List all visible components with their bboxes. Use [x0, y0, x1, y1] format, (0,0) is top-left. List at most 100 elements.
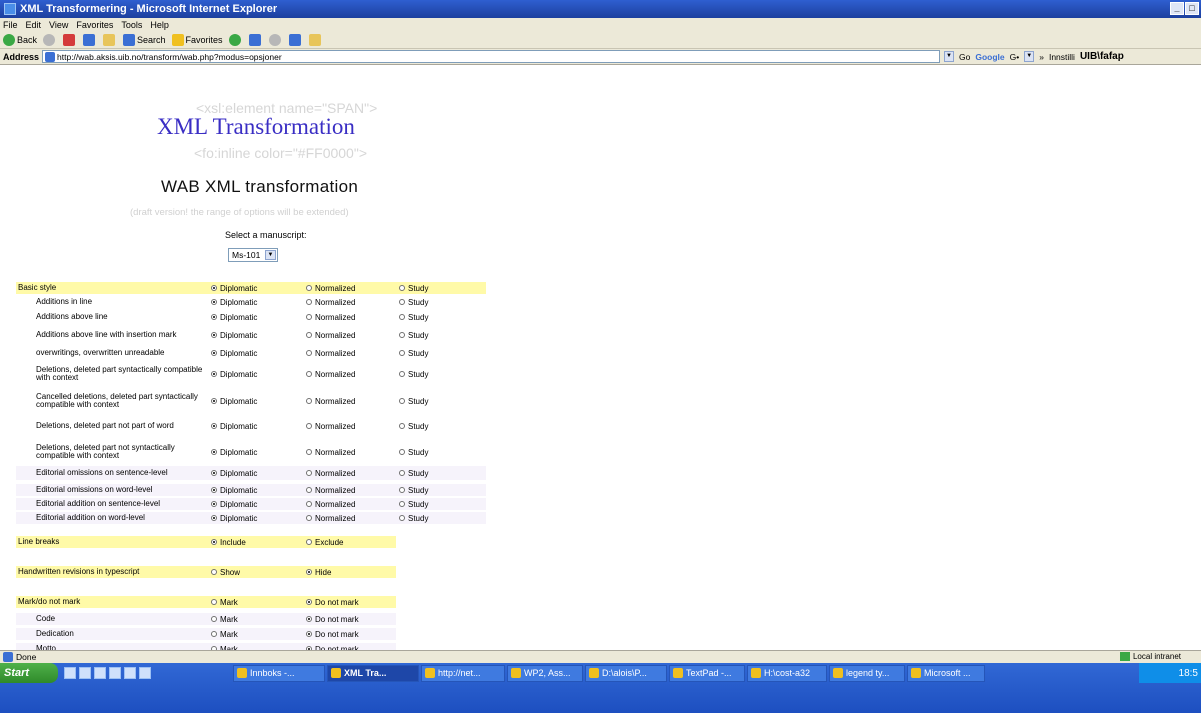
quick-launch-item-icon[interactable] — [109, 667, 121, 679]
option-radio[interactable]: Include — [211, 538, 246, 547]
favorites-button[interactable]: Favorites — [171, 34, 223, 46]
option-radio[interactable]: Study — [399, 422, 428, 431]
radio-button[interactable] — [306, 285, 312, 291]
print-button[interactable] — [268, 34, 283, 46]
menu-help[interactable]: Help — [150, 20, 169, 30]
radio-button[interactable] — [399, 487, 405, 493]
radio-button[interactable] — [211, 470, 217, 476]
option-radio[interactable]: Normalized — [306, 448, 355, 457]
quick-launch-item-icon[interactable] — [139, 667, 151, 679]
radio-button[interactable] — [399, 332, 405, 338]
radio-button[interactable] — [306, 332, 312, 338]
option-radio[interactable]: Do not mark — [306, 598, 359, 607]
option-radio[interactable]: Exclude — [306, 538, 343, 547]
radio-button[interactable] — [306, 350, 312, 356]
option-radio[interactable]: Study — [399, 331, 428, 340]
option-radio[interactable]: Normalized — [306, 298, 355, 307]
radio-button[interactable] — [306, 515, 312, 521]
option-radio[interactable]: Study — [399, 486, 428, 495]
radio-button[interactable] — [306, 539, 312, 545]
option-radio[interactable]: Study — [399, 397, 428, 406]
taskbar-button[interactable]: D:\alois\P... — [585, 664, 667, 682]
option-radio[interactable]: Diplomatic — [211, 298, 257, 307]
option-radio[interactable]: Diplomatic — [211, 469, 257, 478]
settings-link[interactable]: Innstilli — [1049, 52, 1075, 62]
radio-button[interactable] — [211, 501, 217, 507]
radio-button[interactable] — [211, 616, 217, 622]
option-radio[interactable]: Do not mark — [306, 630, 359, 639]
radio-button[interactable] — [399, 314, 405, 320]
option-radio[interactable]: Study — [399, 298, 428, 307]
quick-launch-item-icon[interactable] — [79, 667, 91, 679]
radio-button[interactable] — [211, 423, 217, 429]
chevron-down-icon[interactable]: ▼ — [265, 250, 276, 260]
menu-edit[interactable]: Edit — [26, 20, 42, 30]
manuscript-select[interactable]: Ms-101 ▼ — [228, 248, 278, 262]
minimize-button[interactable]: _ — [1170, 2, 1184, 15]
option-radio[interactable]: Study — [399, 500, 428, 509]
radio-button[interactable] — [211, 332, 217, 338]
option-radio[interactable]: Normalized — [306, 422, 355, 431]
radio-button[interactable] — [306, 299, 312, 305]
option-radio[interactable]: Normalized — [306, 349, 355, 358]
radio-button[interactable] — [211, 487, 217, 493]
radio-button[interactable] — [211, 371, 217, 377]
menu-file[interactable]: File — [3, 20, 18, 30]
radio-button[interactable] — [211, 569, 217, 575]
radio-button[interactable] — [306, 501, 312, 507]
option-radio[interactable]: Diplomatic — [211, 349, 257, 358]
option-radio[interactable]: Normalized — [306, 313, 355, 322]
radio-button[interactable] — [211, 285, 217, 291]
option-radio[interactable]: Normalized — [306, 284, 355, 293]
chevron-icon[interactable]: » — [1039, 52, 1044, 62]
radio-button[interactable] — [211, 314, 217, 320]
menu-view[interactable]: View — [49, 20, 68, 30]
radio-button[interactable] — [399, 299, 405, 305]
quick-launch-item-icon[interactable] — [64, 667, 76, 679]
radio-button[interactable] — [211, 398, 217, 404]
maximize-button[interactable]: □ — [1185, 2, 1199, 15]
taskbar-button[interactable]: H:\cost-a32 — [747, 664, 827, 682]
option-radio[interactable]: Diplomatic — [211, 422, 257, 431]
radio-button[interactable] — [399, 285, 405, 291]
menu-favorites[interactable]: Favorites — [76, 20, 113, 30]
option-radio[interactable]: Hide — [306, 568, 331, 577]
option-radio[interactable]: Diplomatic — [211, 313, 257, 322]
option-radio[interactable]: Study — [399, 370, 428, 379]
menu-tools[interactable]: Tools — [121, 20, 142, 30]
radio-button[interactable] — [399, 350, 405, 356]
radio-button[interactable] — [306, 314, 312, 320]
taskbar-button[interactable]: XML Tra... — [327, 664, 419, 682]
quick-launch-item-icon[interactable] — [94, 667, 106, 679]
radio-button[interactable] — [211, 631, 217, 637]
search-button[interactable]: Search — [123, 34, 166, 46]
radio-button[interactable] — [306, 569, 312, 575]
quick-launch-item-icon[interactable] — [124, 667, 136, 679]
radio-button[interactable] — [399, 470, 405, 476]
google-toolbar-logo[interactable]: Google — [975, 52, 1004, 62]
radio-button[interactable] — [306, 487, 312, 493]
option-radio[interactable]: Do not mark — [306, 615, 359, 624]
edit-button[interactable] — [288, 34, 303, 46]
radio-button[interactable] — [399, 423, 405, 429]
option-radio[interactable]: Diplomatic — [211, 448, 257, 457]
taskbar-button[interactable]: WP2, Ass... — [507, 664, 583, 682]
radio-button[interactable] — [306, 631, 312, 637]
forward-button[interactable] — [43, 34, 57, 46]
radio-button[interactable] — [306, 398, 312, 404]
taskbar-button[interactable]: Innboks -... — [233, 664, 325, 682]
refresh-button[interactable] — [83, 34, 97, 46]
option-radio[interactable]: Diplomatic — [211, 514, 257, 523]
option-radio[interactable]: Diplomatic — [211, 331, 257, 340]
option-radio[interactable]: Diplomatic — [211, 500, 257, 509]
start-button[interactable]: Start — [0, 663, 58, 683]
option-radio[interactable]: Normalized — [306, 486, 355, 495]
radio-button[interactable] — [211, 515, 217, 521]
radio-button[interactable] — [399, 371, 405, 377]
radio-button[interactable] — [211, 350, 217, 356]
option-radio[interactable]: Normalized — [306, 500, 355, 509]
window-title-bar[interactable]: XML Transformering - Microsoft Internet … — [0, 0, 1201, 18]
radio-button[interactable] — [306, 599, 312, 605]
radio-button[interactable] — [211, 449, 217, 455]
option-radio[interactable]: Show — [211, 568, 240, 577]
